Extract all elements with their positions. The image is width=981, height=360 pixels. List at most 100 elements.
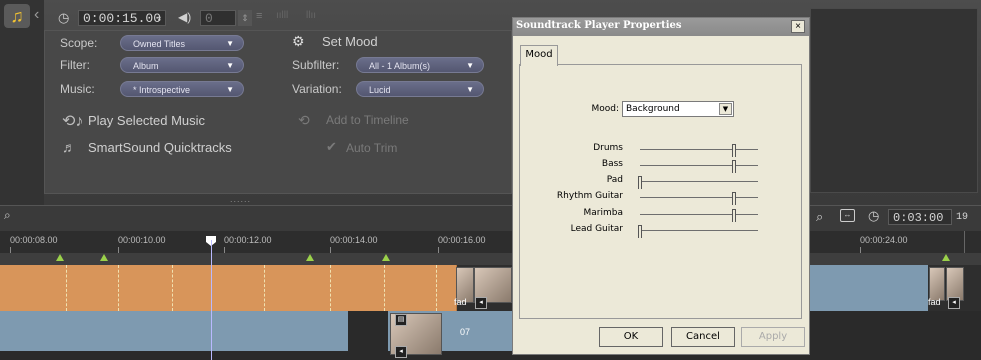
music-clip[interactable] bbox=[0, 265, 212, 311]
smartsound-quicktracks-button[interactable]: SmartSound Quicktracks bbox=[88, 140, 232, 155]
video-clip[interactable] bbox=[810, 265, 928, 311]
filter-label: Filter: bbox=[60, 58, 90, 72]
music-options-panel bbox=[44, 30, 512, 194]
chevron-left-icon[interactable]: ‹ bbox=[34, 6, 39, 24]
total-duration: 0:03:00 bbox=[888, 209, 952, 225]
total-duration-frames: 19 bbox=[956, 212, 969, 223]
beat-marker bbox=[56, 254, 64, 261]
timeline-ruler[interactable]: 00:00:08.00 00:00:10.00 00:00:12.00 00:0… bbox=[0, 231, 981, 253]
slider-thumb[interactable] bbox=[732, 144, 737, 157]
menu-icon[interactable]: ≡ bbox=[256, 10, 262, 22]
slider-label: Rhythm Guitar bbox=[556, 191, 623, 201]
tab-mood[interactable]: Mood bbox=[520, 45, 558, 66]
clip-label: fad bbox=[928, 297, 941, 307]
volume-spin-icon[interactable]: ⇕ bbox=[238, 10, 252, 26]
ruler-tick bbox=[438, 247, 439, 253]
video-clip[interactable] bbox=[212, 311, 348, 351]
beat-marker bbox=[100, 254, 108, 261]
apply-button[interactable]: Apply bbox=[741, 327, 805, 347]
slider-label: Pad bbox=[606, 175, 623, 185]
beat-line bbox=[66, 265, 67, 311]
quicktracks-icon: ♬ bbox=[62, 139, 76, 155]
left-strip bbox=[0, 0, 44, 205]
clip-thumbnail[interactable] bbox=[946, 267, 964, 301]
set-mood-button[interactable]: Set Mood bbox=[322, 34, 378, 49]
zoom-icon[interactable]: ⌕ bbox=[4, 208, 11, 223]
bars-icon: llıı bbox=[306, 10, 316, 21]
slider-label: Lead Guitar bbox=[570, 224, 623, 234]
slider-thumb[interactable] bbox=[732, 192, 737, 205]
slider-thumb[interactable] bbox=[732, 209, 737, 222]
variation-label: Variation: bbox=[292, 82, 342, 96]
subfilter-label: Subfilter: bbox=[292, 58, 340, 72]
zoom-in-icon[interactable]: ⌕ bbox=[816, 209, 823, 225]
ruler-label: 00:00:14.00 bbox=[330, 235, 378, 245]
beat-line bbox=[384, 265, 385, 311]
subfilter-value: All - 1 Album(s) bbox=[369, 61, 431, 71]
gear-icon: ⚙ bbox=[292, 33, 305, 49]
chevron-down-icon: ▼ bbox=[466, 61, 474, 70]
ruler-label: 00:00:08.00 bbox=[10, 235, 58, 245]
beat-line bbox=[118, 265, 119, 311]
ruler-label: 00:00:10.00 bbox=[118, 235, 166, 245]
music-note-icon[interactable]: ♫ bbox=[4, 4, 30, 28]
ok-button[interactable]: OK bbox=[599, 327, 663, 347]
clip-badge-icon: ◂ bbox=[475, 297, 487, 309]
ruler-tick bbox=[224, 247, 225, 253]
timeline-toolbar bbox=[0, 205, 981, 232]
clip-label: fad bbox=[454, 297, 467, 307]
slider-track[interactable] bbox=[640, 230, 758, 231]
slider-thumb[interactable] bbox=[732, 160, 737, 173]
volume-bars-icon: ıılll bbox=[276, 10, 289, 21]
beat-line bbox=[264, 265, 265, 311]
slider-label: Marimba bbox=[583, 208, 623, 218]
ruler-tick bbox=[860, 247, 861, 253]
mood-value: Background bbox=[626, 104, 680, 114]
chevron-down-icon: ▼ bbox=[466, 85, 474, 94]
slider-track[interactable] bbox=[640, 165, 758, 166]
slider-track[interactable] bbox=[640, 149, 758, 150]
beat-marker bbox=[942, 254, 950, 261]
duration-value: 0:00:15.00 bbox=[83, 11, 162, 26]
duration-input[interactable]: 0:00:15.00 ⇕ bbox=[78, 10, 166, 26]
slider-thumb[interactable] bbox=[638, 176, 642, 189]
slider-track[interactable] bbox=[640, 181, 758, 182]
music-value: * Introspective bbox=[133, 85, 191, 95]
music-select[interactable]: * Introspective ▼ bbox=[120, 81, 244, 97]
music-clip[interactable] bbox=[212, 265, 457, 311]
filter-value: Album bbox=[133, 61, 159, 71]
cancel-button[interactable]: Cancel bbox=[671, 327, 735, 347]
volume-input[interactable]: 0 bbox=[200, 10, 236, 26]
dialog-title: Soundtrack Player Properties bbox=[516, 20, 682, 31]
close-button[interactable]: × bbox=[791, 20, 805, 33]
spin-icon[interactable]: ⇕ bbox=[157, 11, 162, 27]
chevron-down-icon[interactable]: ▼ bbox=[719, 103, 732, 115]
video-clip[interactable] bbox=[0, 311, 211, 351]
scope-select[interactable]: Owned Titles ▼ bbox=[120, 35, 244, 51]
mood-label: Mood: bbox=[591, 104, 619, 114]
play-selected-music-button[interactable]: Play Selected Music bbox=[88, 113, 205, 128]
slider-track[interactable] bbox=[640, 214, 758, 215]
variation-select[interactable]: Lucid ▼ bbox=[356, 81, 484, 97]
playhead[interactable] bbox=[211, 240, 212, 360]
clock-icon: ◷ bbox=[868, 208, 880, 223]
preview-panel bbox=[810, 8, 978, 193]
fit-icon[interactable]: ↔ bbox=[840, 209, 855, 222]
filter-select[interactable]: Album ▼ bbox=[120, 57, 244, 73]
ruler-tick bbox=[10, 247, 11, 253]
add-to-timeline-button[interactable]: Add to Timeline bbox=[326, 113, 409, 127]
slider-thumb[interactable] bbox=[638, 225, 642, 238]
auto-trim-checkbox[interactable]: Auto Trim bbox=[346, 141, 397, 155]
add-timeline-icon: ⟲ bbox=[298, 112, 310, 128]
clip-thumbnail[interactable] bbox=[929, 267, 945, 301]
beat-line bbox=[436, 265, 437, 311]
checkmark-icon: ✔ bbox=[326, 139, 337, 154]
dialog-titlebar[interactable]: Soundtrack Player Properties × bbox=[513, 18, 809, 36]
scope-label: Scope: bbox=[60, 36, 98, 50]
slider-track[interactable] bbox=[640, 197, 758, 198]
ruler-label: 00:00:24.00 bbox=[860, 235, 908, 245]
chevron-down-icon: ▼ bbox=[226, 39, 234, 48]
mood-select[interactable]: Background ▼ bbox=[622, 101, 734, 117]
subfilter-select[interactable]: All - 1 Album(s) ▼ bbox=[356, 57, 484, 73]
speaker-icon: ◀) bbox=[178, 10, 192, 24]
